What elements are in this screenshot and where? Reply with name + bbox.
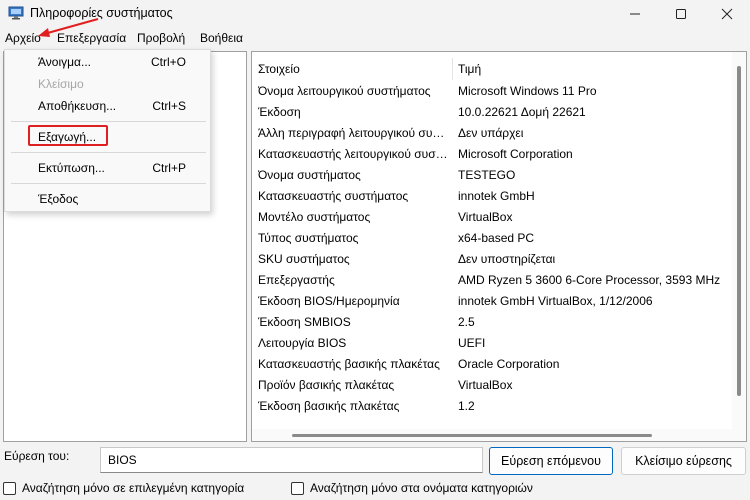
table-row[interactable]: Κατασκευαστής συστήματος innotek GmbH <box>252 186 732 207</box>
cell-value: AMD Ryzen 5 3600 6-Core Processor, 3593 … <box>458 273 721 287</box>
checkbox-box[interactable] <box>291 481 304 495</box>
cell-item: Μοντέλο συστήματος <box>258 210 371 224</box>
cell-item: Τύπος συστήματος <box>258 231 359 245</box>
cell-value: UEFI <box>458 336 486 350</box>
cell-item: SKU συστήματος <box>258 252 350 266</box>
minimize-button[interactable] <box>612 0 658 28</box>
export-highlight-box <box>28 125 108 146</box>
menu-item-save[interactable]: Αποθήκευση... Ctrl+S <box>5 96 210 116</box>
horizontal-scrollbar[interactable] <box>252 429 732 441</box>
horizontal-scroll-thumb[interactable] <box>292 434 652 437</box>
cell-item: Κατασκευαστής συστήματος <box>258 189 409 203</box>
list-rows: Όνομα λειτουργικού συστήματος Microsoft W… <box>252 81 732 417</box>
menu-item-shortcut: Ctrl+O <box>150 55 186 69</box>
title-bar: Πληροφορίες συστήματος <box>0 0 750 28</box>
menu-item-label: Έξοδος <box>38 192 79 206</box>
find-label: Εύρεση του: <box>4 449 70 463</box>
table-row[interactable]: Επεξεργαστής AMD Ryzen 5 3600 6-Core Proc… <box>252 270 732 291</box>
cell-item: Κατασκευαστής λειτουργικού συστήματος <box>258 147 450 161</box>
checkbox-label: Αναζήτηση μόνο σε επιλεγμένη κατηγορία <box>22 481 245 495</box>
table-row[interactable]: Έκδοση βασικής πλακέτας 1.2 <box>252 396 732 417</box>
menu-item-label: Εκτύπωση... <box>38 161 105 175</box>
table-row[interactable]: Μοντέλο συστήματος VirtualBox <box>252 207 732 228</box>
cell-item: Κατασκευαστής βασικής πλακέτας <box>258 357 440 371</box>
close-button[interactable] <box>704 0 750 28</box>
cell-item: Λειτουργία BIOS <box>258 336 347 350</box>
menu-item-close: Κλείσιμο <box>5 74 210 94</box>
system-info-app-icon <box>8 6 24 20</box>
cell-value: TESTEGO <box>458 168 516 182</box>
search-selected-category-checkbox[interactable]: Αναζήτηση μόνο σε επιλεγμένη κατηγορία <box>3 481 244 495</box>
table-row[interactable]: SKU συστήματος Δεν υποστηρίζεται <box>252 249 732 270</box>
table-row[interactable]: Έκδοση BIOS/Ημερομηνία innotek GmbH Virtu… <box>252 291 732 312</box>
system-information-window: Πληροφορίες συστήματος Αρχείο Επεξεργασί… <box>0 0 750 500</box>
list-header: Στοιχείο Τιμή <box>252 58 732 80</box>
vertical-scrollbar[interactable] <box>732 52 746 441</box>
menu-help[interactable]: Βοήθεια <box>200 31 243 45</box>
cell-item: Έκδοση SMBIOS <box>258 315 351 329</box>
cell-value: Microsoft Windows 11 Pro <box>458 84 597 98</box>
table-row[interactable]: Έκδοση 10.0.22621 Δομή 22621 <box>252 102 732 123</box>
close-find-button[interactable]: Κλείσιμο εύρεσης <box>621 447 746 475</box>
cell-value: x64-based PC <box>458 231 535 245</box>
cell-value: Δεν υπάρχει <box>458 126 524 140</box>
menu-separator <box>11 152 206 153</box>
find-next-button[interactable]: Εύρεση επόμενου <box>489 447 613 475</box>
table-row[interactable]: Κατασκευαστής λειτουργικού συστήματος Mic… <box>252 144 732 165</box>
details-list-panel[interactable]: Στοιχείο Τιμή Όνομα λειτουργικού συστήμα… <box>251 51 747 442</box>
column-header-item[interactable]: Στοιχείο <box>258 62 300 76</box>
minimize-icon <box>630 13 640 15</box>
cell-value: 2.5 <box>458 315 475 329</box>
cell-item: Όνομα συστήματος <box>258 168 361 182</box>
table-row[interactable]: Άλλη περιγραφή λειτουργικού συστήματος Δε… <box>252 123 732 144</box>
table-row[interactable]: Προϊόν βασικής πλακέτας VirtualBox <box>252 375 732 396</box>
cell-item: Όνομα λειτουργικού συστήματος <box>258 84 431 98</box>
menu-item-shortcut: Ctrl+P <box>152 161 186 175</box>
maximize-button[interactable] <box>658 0 704 28</box>
annotation-arrow-icon <box>38 17 99 37</box>
cell-value: Oracle Corporation <box>458 357 560 371</box>
cell-item: Έκδοση <box>258 105 301 119</box>
cell-value: VirtualBox <box>458 210 513 224</box>
cell-value: innotek GmbH <box>458 189 535 203</box>
cell-item: Επεξεργαστής <box>258 273 335 287</box>
cell-value: 1.2 <box>458 399 475 413</box>
close-icon <box>721 8 733 20</box>
vertical-scroll-thumb[interactable] <box>737 66 741 396</box>
checkbox-box[interactable] <box>3 481 16 495</box>
menu-item-label: Άνοιγμα... <box>38 55 91 69</box>
table-row[interactable]: Λειτουργία BIOS UEFI <box>252 333 732 354</box>
menu-separator <box>11 183 206 184</box>
menu-item-print[interactable]: Εκτύπωση... Ctrl+P <box>5 158 210 178</box>
column-header-value[interactable]: Τιμή <box>458 62 481 76</box>
menu-bar: Αρχείο Επεξεργασία Προβολή Βοήθεια <box>0 29 750 49</box>
cell-item: Προϊόν βασικής πλακέτας <box>258 378 395 392</box>
cell-value: 10.0.22621 Δομή 22621 <box>458 105 586 119</box>
table-row[interactable]: Όνομα συστήματος TESTEGO <box>252 165 732 186</box>
menu-item-label: Κλείσιμο <box>38 77 84 91</box>
table-row[interactable]: Έκδοση SMBIOS 2.5 <box>252 312 732 333</box>
table-row[interactable]: Τύπος συστήματος x64-based PC <box>252 228 732 249</box>
file-menu-dropdown: Άνοιγμα... Ctrl+O Κλείσιμο Αποθήκευση...… <box>4 49 211 212</box>
cell-item: Έκδοση βασικής πλακέτας <box>258 399 400 413</box>
find-input[interactable] <box>100 447 483 473</box>
menu-item-exit[interactable]: Έξοδος <box>5 189 210 209</box>
menu-separator <box>11 121 206 122</box>
menu-item-label: Αποθήκευση... <box>38 99 117 113</box>
maximize-icon <box>676 9 686 19</box>
cell-item: Έκδοση BIOS/Ημερομηνία <box>258 294 400 308</box>
menu-item-open[interactable]: Άνοιγμα... Ctrl+O <box>5 52 210 72</box>
menu-item-shortcut: Ctrl+S <box>152 99 186 113</box>
cell-value: Δεν υποστηρίζεται <box>458 252 556 266</box>
column-divider[interactable] <box>452 58 453 80</box>
checkbox-label: Αναζήτηση μόνο στα ονόματα κατηγοριών <box>310 481 533 495</box>
table-row[interactable]: Κατασκευαστής βασικής πλακέτας Oracle Cor… <box>252 354 732 375</box>
search-category-names-checkbox[interactable]: Αναζήτηση μόνο στα ονόματα κατηγοριών <box>291 481 533 495</box>
cell-item: Άλλη περιγραφή λειτουργικού συστήματος <box>258 126 450 140</box>
menu-view[interactable]: Προβολή <box>137 31 185 45</box>
table-row[interactable]: Όνομα λειτουργικού συστήματος Microsoft W… <box>252 81 732 102</box>
cell-value: Microsoft Corporation <box>458 147 573 161</box>
cell-value: innotek GmbH VirtualBox, 1/12/2006 <box>458 294 653 308</box>
cell-value: VirtualBox <box>458 378 513 392</box>
